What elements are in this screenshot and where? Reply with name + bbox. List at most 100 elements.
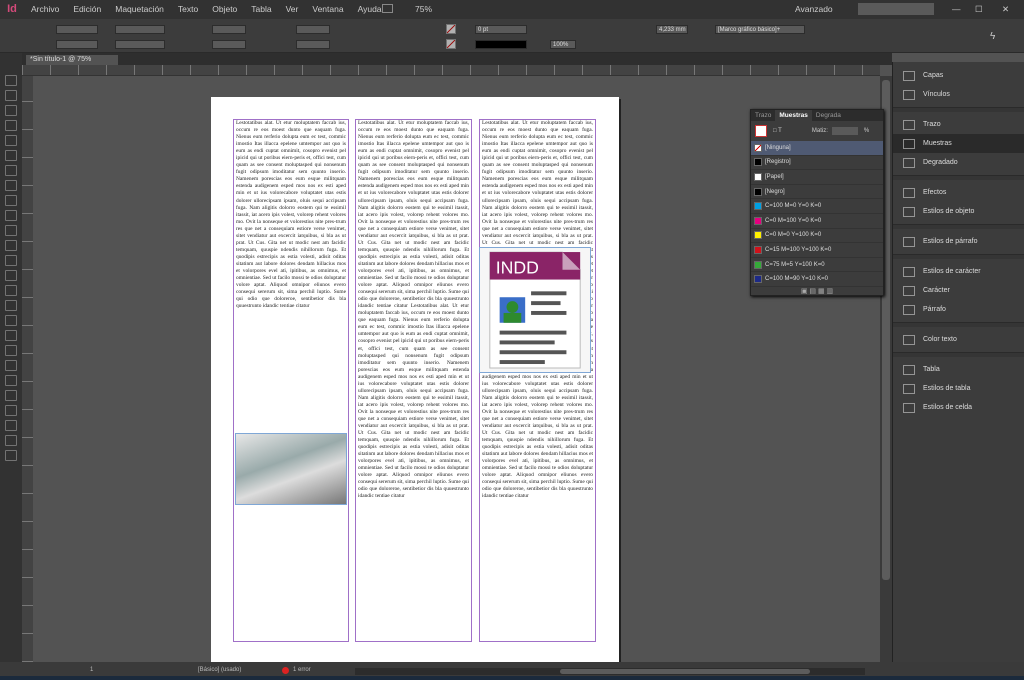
tool-icon[interactable]: [5, 285, 17, 296]
panel-item-degradado[interactable]: Degradado: [893, 153, 1024, 172]
menu-archivo[interactable]: Archivo: [31, 4, 59, 14]
panel-item-párrafo[interactable]: Párrafo: [893, 300, 1024, 319]
horizontal-ruler[interactable]: [22, 65, 880, 76]
tool-icon[interactable]: [5, 450, 17, 461]
minimize-button[interactable]: —: [952, 4, 961, 14]
tint-field[interactable]: [831, 127, 858, 135]
workspace-select[interactable]: Avanzado: [795, 4, 833, 14]
panel-item-vínculos[interactable]: Vínculos: [893, 85, 1024, 104]
document-tab[interactable]: *Sin título-1 @ 75%: [26, 55, 118, 65]
swatch-item[interactable]: [Registro]: [751, 156, 883, 171]
panel-item-capas[interactable]: Capas: [893, 66, 1024, 85]
text-frame-1[interactable]: Lestotatibus alat. Ut etur moluptatem fa…: [233, 119, 349, 642]
search-input[interactable]: [858, 3, 934, 15]
swatch-item[interactable]: C=15 M=100 Y=100 K=0: [751, 243, 883, 258]
swatch-item[interactable]: C=75 M=5 Y=100 K=0: [751, 258, 883, 273]
document-page[interactable]: Lestotatibus alat. Ut etur moluptatem fa…: [211, 97, 619, 665]
tool-icon[interactable]: [5, 405, 17, 416]
stroke-type-select[interactable]: [475, 40, 527, 49]
tool-icon[interactable]: [5, 390, 17, 401]
panel-item-muestras[interactable]: Muestras: [893, 134, 1024, 153]
maximize-button[interactable]: ☐: [975, 4, 983, 15]
tool-icon[interactable]: [5, 315, 17, 326]
menu-tabla[interactable]: Tabla: [251, 4, 271, 14]
preflight-profile[interactable]: [Básico] (usado): [198, 667, 241, 673]
fill-none-icon[interactable]: [446, 24, 456, 34]
tool-icon[interactable]: [5, 165, 17, 176]
panel-item-estilos-de-celda[interactable]: Estilos de celda: [893, 398, 1024, 417]
panel-item-trazo[interactable]: Trazo: [893, 115, 1024, 134]
zoom-select[interactable]: 75%: [415, 4, 432, 14]
text-frame-2[interactable]: Lestotatibus alat. Ut etur moluptatem fa…: [355, 119, 472, 642]
swatch-actions[interactable]: ▣ ▤ ▦ ▥: [751, 287, 883, 299]
tool-icon[interactable]: [5, 75, 17, 86]
stroke-weight-field[interactable]: 0 pt: [475, 25, 527, 34]
swatch-item[interactable]: C=0 M=0 Y=100 K=0: [751, 229, 883, 244]
y-field[interactable]: [56, 40, 98, 49]
frame-style-select[interactable]: [Marco gráfico básico]+: [715, 25, 805, 34]
shear-field[interactable]: [296, 40, 330, 49]
opacity-field[interactable]: 100%: [550, 40, 576, 49]
horizontal-scroll-thumb[interactable]: [560, 669, 810, 674]
tool-icon[interactable]: [5, 330, 17, 341]
tab-degradado[interactable]: Degrada: [812, 110, 845, 121]
panel-item-carácter[interactable]: Carácter: [893, 281, 1024, 300]
swatch-item[interactable]: C=100 M=90 Y=10 K=0: [751, 272, 883, 287]
screen-mode-icon[interactable]: [382, 4, 393, 13]
swatch-item[interactable]: C=100 M=0 Y=0 K=0: [751, 199, 883, 214]
tool-icon[interactable]: [5, 105, 17, 116]
tool-icon[interactable]: [5, 225, 17, 236]
fill-stroke-icon[interactable]: [755, 125, 767, 137]
tab-muestras[interactable]: Muestras: [775, 110, 812, 121]
scale-y-field[interactable]: [212, 40, 246, 49]
swatch-item[interactable]: [Ninguna]: [751, 141, 883, 156]
text-frame-3[interactable]: Lestotatibus alat. Ut etur moluptatem fa…: [479, 119, 596, 642]
scale-x-field[interactable]: [212, 25, 246, 34]
close-button[interactable]: ✕: [1002, 4, 1009, 15]
panel-item-tabla[interactable]: Tabla: [893, 360, 1024, 379]
error-count[interactable]: 1 error: [293, 667, 311, 673]
tool-icon[interactable]: [5, 435, 17, 446]
menu-ver[interactable]: Ver: [286, 4, 299, 14]
panel-item-estilos-de-carácter[interactable]: Estilos de carácter: [893, 262, 1024, 281]
tool-icon[interactable]: [5, 120, 17, 131]
panel-item-color-texto[interactable]: Color texto: [893, 330, 1024, 349]
tool-icon[interactable]: [5, 375, 17, 386]
indd-file-image[interactable]: INDD: [479, 247, 591, 373]
page-number-field[interactable]: 1: [90, 667, 93, 673]
vertical-ruler[interactable]: [22, 76, 33, 662]
panel-item-estilos-de-tabla[interactable]: Estilos de tabla: [893, 379, 1024, 398]
menu-objeto[interactable]: Objeto: [212, 4, 237, 14]
tool-icon[interactable]: [5, 90, 17, 101]
height-field[interactable]: [115, 40, 165, 49]
text-format-icon[interactable]: □ T: [773, 128, 782, 134]
tool-icon[interactable]: [5, 420, 17, 431]
newspaper-image[interactable]: [235, 433, 347, 505]
tool-icon[interactable]: [5, 300, 17, 311]
menu-ventana[interactable]: Ventana: [312, 4, 343, 14]
tool-icon[interactable]: [5, 135, 17, 146]
stroke-none-icon[interactable]: [446, 39, 456, 49]
rotate-field[interactable]: [296, 25, 330, 34]
width-field[interactable]: [115, 25, 165, 34]
tool-icon[interactable]: [5, 195, 17, 206]
menu-maquetación[interactable]: Maquetación: [115, 4, 164, 14]
tool-icon[interactable]: [5, 210, 17, 221]
lightning-icon[interactable]: ϟ: [990, 31, 995, 42]
tool-icon[interactable]: [5, 180, 17, 191]
tool-icon[interactable]: [5, 360, 17, 371]
menu-ayuda[interactable]: Ayuda: [358, 4, 382, 14]
panel-item-estilos-de-párrafo[interactable]: Estilos de párrafo: [893, 232, 1024, 251]
panel-item-efectos[interactable]: Efectos: [893, 183, 1024, 202]
x-field[interactable]: [56, 25, 98, 34]
gap-field[interactable]: 4,233 mm: [656, 25, 688, 34]
tool-icon[interactable]: [5, 255, 17, 266]
tool-icon[interactable]: [5, 345, 17, 356]
tool-icon[interactable]: [5, 240, 17, 251]
tool-icon[interactable]: [5, 270, 17, 281]
tool-icon[interactable]: [5, 150, 17, 161]
panel-item-estilos-de-objeto[interactable]: Estilos de objeto: [893, 202, 1024, 221]
swatch-item[interactable]: C=0 M=100 Y=0 K=0: [751, 214, 883, 229]
menu-texto[interactable]: Texto: [178, 4, 198, 14]
swatch-item[interactable]: [Negro]: [751, 185, 883, 200]
